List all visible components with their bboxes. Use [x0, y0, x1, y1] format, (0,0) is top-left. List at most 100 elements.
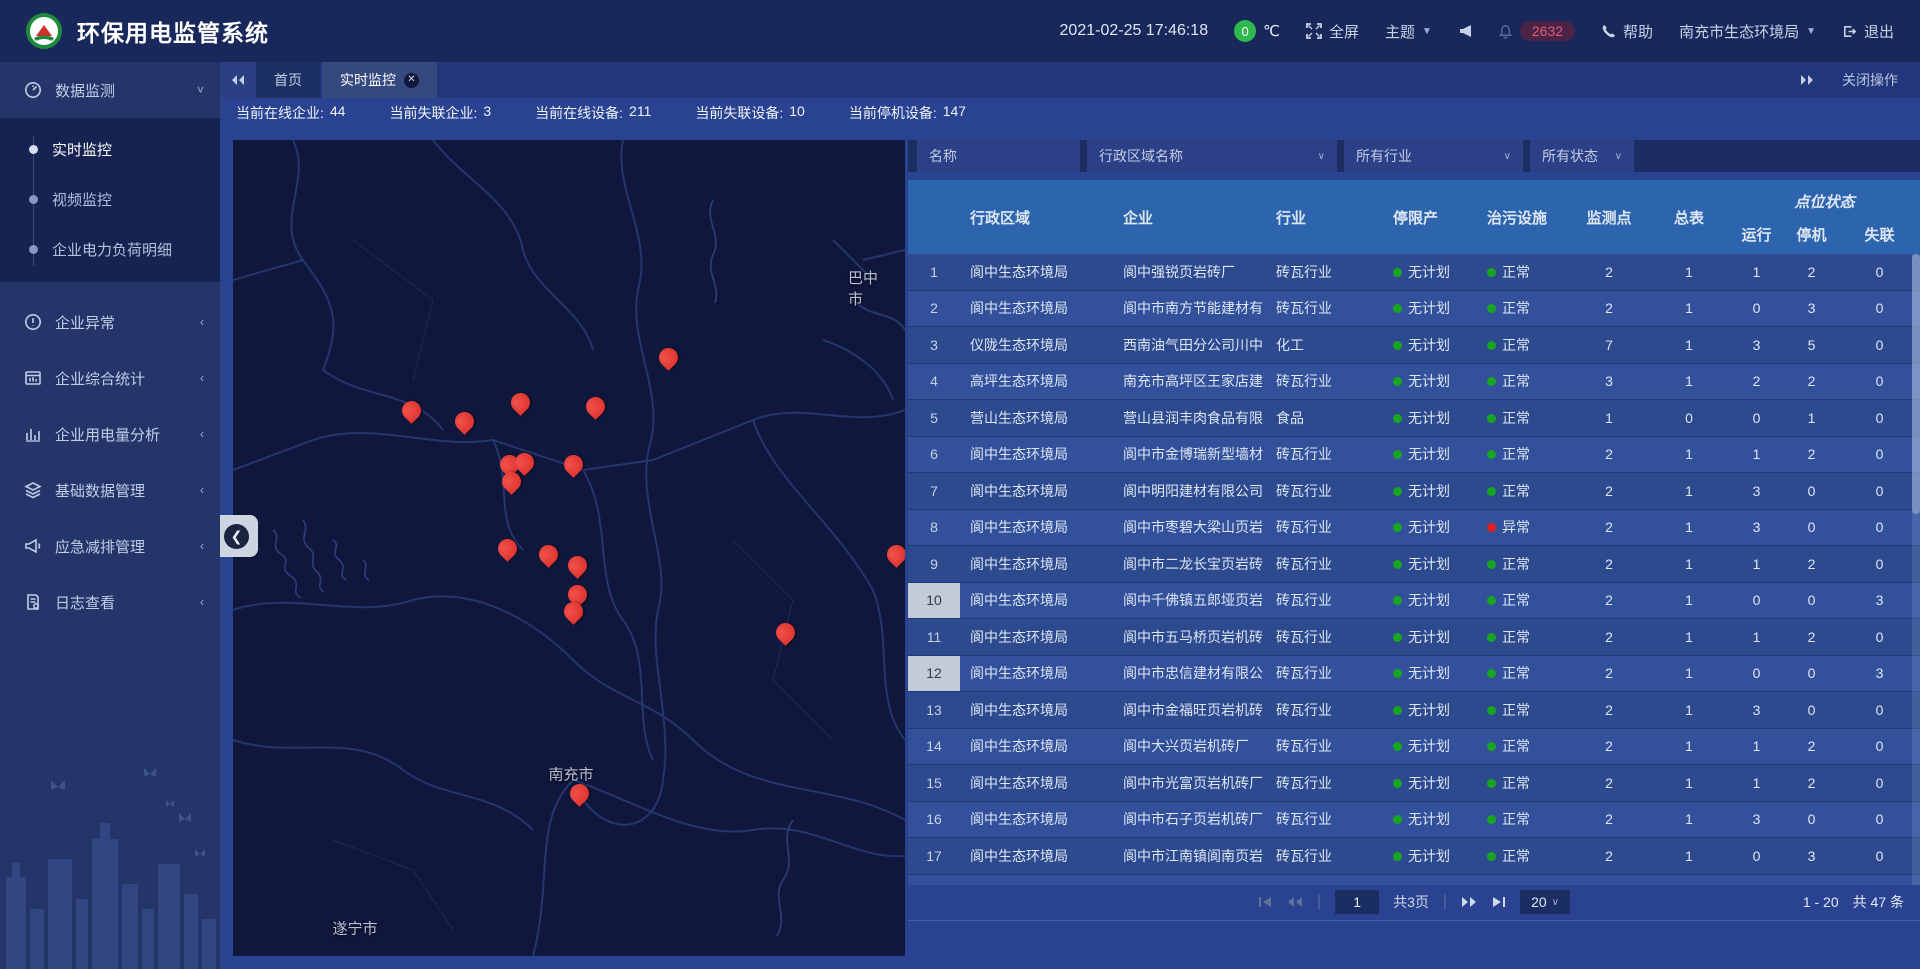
table-row[interactable]: 10阆中生态环境局阆中千佛镇五郎垭页岩砖瓦行业无计划正常21003 [908, 583, 1920, 620]
sidebar-item-power-load-detail[interactable]: 企业电力负荷明细 [0, 224, 220, 274]
enterprise-panel: 名称 行政区域名称 ∨ 所有行业 ∨ 所有状态 ∨ 行政区域 企业 行业 停限产… [908, 140, 1920, 956]
cell-lost: 0 [1839, 300, 1920, 316]
sidebar-item-realtime-monitoring[interactable]: 实时监控 [0, 124, 220, 174]
table-row[interactable]: 1阆中生态环境局阆中强锐页岩砖厂砖瓦行业无计划正常21120 [908, 254, 1920, 291]
status-dot-icon [1487, 596, 1496, 605]
double-chevron-left-icon [231, 74, 245, 86]
table-row[interactable]: 6阆中生态环境局阆中市金博瑞新型墙材砖瓦行业无计划正常21120 [908, 437, 1920, 474]
industry-select[interactable]: 所有行业 ∨ [1344, 140, 1523, 172]
table-row[interactable]: 4高坪生态环境局南充市高坪区王家店建砖瓦行业无计划正常31220 [908, 364, 1920, 401]
tab-close-icon[interactable]: ✕ [404, 73, 419, 88]
cell-monitor-points: 3 [1569, 373, 1649, 389]
cell-total-meter: 1 [1649, 519, 1729, 535]
cell-company: 阆中千佛镇五郎垭页岩 [1113, 590, 1266, 610]
sidebar-item-log-view[interactable]: 日志查看 ‹ [0, 574, 220, 630]
table-row[interactable]: 5营山生态环境局营山县润丰肉食品有限食品无计划正常10010 [908, 400, 1920, 437]
cell-region: 仪陇生态环境局 [960, 335, 1113, 355]
map-pin[interactable] [582, 393, 609, 420]
tab-home[interactable]: 首页 [256, 62, 320, 98]
table-row[interactable]: 13阆中生态环境局阆中市金福旺页岩机砖砖瓦行业无计划正常21300 [908, 692, 1920, 729]
main-content: 首页 实时监控 ✕ 关闭操作 当前在线企业:44 当前失联企业:3 当前在线设备… [220, 62, 1920, 969]
map-pin[interactable] [398, 397, 425, 424]
cell-region: 阆中生态环境局 [960, 262, 1113, 282]
cell-treatment-status: 正常 [1477, 773, 1569, 793]
tabs-scroll-left-button[interactable] [220, 62, 256, 98]
cell-monitor-points: 2 [1569, 702, 1649, 718]
tab-bar: 首页 实时监控 ✕ 关闭操作 [220, 62, 1920, 98]
page-number-input[interactable]: 1 [1335, 890, 1379, 914]
map-city-label: 巴中市 [848, 267, 886, 309]
table-row[interactable]: 12阆中生态环境局阆中市忠信建材有限公砖瓦行业无计划正常21003 [908, 656, 1920, 693]
sidebar-item-emergency-reduction[interactable]: 应急减排管理 ‹ [0, 518, 220, 574]
table-row[interactable]: 9阆中生态环境局阆中市二龙长宝页岩砖砖瓦行业无计划正常21120 [908, 546, 1920, 583]
table-row[interactable]: 3仪陇生态环境局西南油气田分公司川中化工无计划正常71350 [908, 327, 1920, 364]
table-row[interactable]: 17阆中生态环境局阆中市江南镇阆南页岩砖瓦行业无计划正常21030 [908, 838, 1920, 875]
map-city-label: 南充市 [548, 764, 593, 785]
sidebar-item-data-monitoring[interactable]: 数据监测 ˅ [0, 62, 220, 118]
sidebar-item-base-data[interactable]: 基础数据管理 ‹ [0, 462, 220, 518]
status-select[interactable]: 所有状态 ∨ [1530, 140, 1634, 172]
row-index: 11 [908, 619, 960, 655]
theme-dropdown[interactable]: 主题 ▼ [1385, 21, 1432, 42]
org-dropdown[interactable]: 南充市生态环境局 ▼ [1679, 21, 1816, 42]
row-index: 5 [908, 400, 960, 436]
alert-circle-icon [24, 313, 42, 331]
map-pin[interactable] [451, 408, 478, 435]
sidebar-item-power-analysis[interactable]: 企业用电量分析 ‹ [0, 406, 220, 462]
notification-button[interactable]: 2632 [1498, 21, 1575, 41]
map-pin[interactable] [655, 344, 682, 371]
page-size-select[interactable]: 20 ∨ [1520, 890, 1570, 914]
cell-treatment-status: 正常 [1477, 298, 1569, 318]
cell-company: 阆中市石子页岩机砖厂 [1113, 809, 1266, 829]
total-pages-label: 共3页 [1393, 892, 1429, 912]
help-button[interactable]: 帮助 [1601, 21, 1653, 42]
table-scrollbar-thumb[interactable] [1912, 254, 1920, 514]
map-layer: 巴中市南充市遂宁市 [233, 140, 905, 956]
logout-button[interactable]: 退出 [1842, 21, 1894, 42]
region-select[interactable]: 行政区域名称 ∨ [1087, 140, 1337, 172]
map-pin[interactable] [507, 389, 534, 416]
chevron-left-icon: ‹ [200, 371, 204, 385]
map-pin[interactable] [883, 541, 905, 568]
cell-stop-status: 无计划 [1383, 663, 1477, 683]
table-row[interactable]: 15阆中生态环境局阆中市光富页岩机砖厂砖瓦行业无计划正常21120 [908, 765, 1920, 802]
status-dot-icon [1487, 341, 1496, 350]
name-search-input[interactable]: 名称 [917, 140, 1080, 172]
status-select-value: 所有状态 [1542, 146, 1598, 166]
map-pin[interactable] [535, 541, 562, 568]
status-dot-icon [1393, 815, 1402, 824]
map-pin[interactable] [772, 619, 799, 646]
previous-page-button[interactable] [1287, 896, 1303, 908]
table-row[interactable]: 8阆中生态环境局阆中市枣碧大梁山页岩砖瓦行业无计划异常21300 [908, 510, 1920, 547]
sidebar-item-label: 数据监测 [55, 80, 197, 101]
cell-halted: 0 [1784, 483, 1839, 499]
table-row[interactable]: 11阆中生态环境局阆中市五马桥页岩机砖砖瓦行业无计划正常21120 [908, 619, 1920, 656]
status-dot-icon [1487, 742, 1496, 751]
table-row[interactable]: 18南部生态环境局南部县砚化山河有限公砖瓦行业无计划正常50050 [908, 875, 1920, 886]
fullscreen-button[interactable]: 全屏 [1306, 21, 1359, 42]
cell-region: 营山生态环境局 [960, 408, 1113, 428]
cell-treatment-status: 正常 [1477, 481, 1569, 501]
map-pin[interactable] [494, 535, 521, 562]
table-row[interactable]: 7阆中生态环境局阆中明阳建材有限公司砖瓦行业无计划正常21300 [908, 473, 1920, 510]
sidebar-collapse-button[interactable]: ❮ [220, 515, 258, 557]
map-pin[interactable] [560, 451, 587, 478]
table-row[interactable]: 16阆中生态环境局阆中市石子页岩机砖厂砖瓦行业无计划正常21300 [908, 802, 1920, 839]
map-view[interactable]: 巴中市南充市遂宁市 [233, 140, 905, 956]
stat-online-enterprises: 当前在线企业:44 [236, 103, 345, 123]
tab-realtime-monitoring[interactable]: 实时监控 ✕ [322, 62, 437, 98]
sidebar-item-enterprise-abnormal[interactable]: 企业异常 ‹ [0, 294, 220, 350]
close-operations-button[interactable]: 关闭操作 [1842, 70, 1898, 90]
last-page-button[interactable] [1491, 896, 1506, 908]
industry-select-value: 所有行业 [1356, 146, 1412, 166]
table-row[interactable]: 2阆中生态环境局阆中市南方节能建材有砖瓦行业无计划正常21030 [908, 291, 1920, 328]
sidebar-item-enterprise-statistics[interactable]: 企业综合统计 ‹ [0, 350, 220, 406]
table-row[interactable]: 14阆中生态环境局阆中大兴页岩机砖厂砖瓦行业无计划正常21120 [908, 729, 1920, 766]
next-page-button[interactable] [1461, 896, 1477, 908]
first-page-button[interactable] [1258, 896, 1273, 908]
map-pin[interactable] [564, 552, 591, 579]
tabs-scroll-right-button[interactable] [1800, 74, 1814, 86]
sidebar-item-video-monitoring[interactable]: 视频监控 [0, 174, 220, 224]
mute-speaker-button[interactable] [1458, 24, 1472, 38]
cell-industry: 砖瓦行业 [1266, 627, 1383, 647]
